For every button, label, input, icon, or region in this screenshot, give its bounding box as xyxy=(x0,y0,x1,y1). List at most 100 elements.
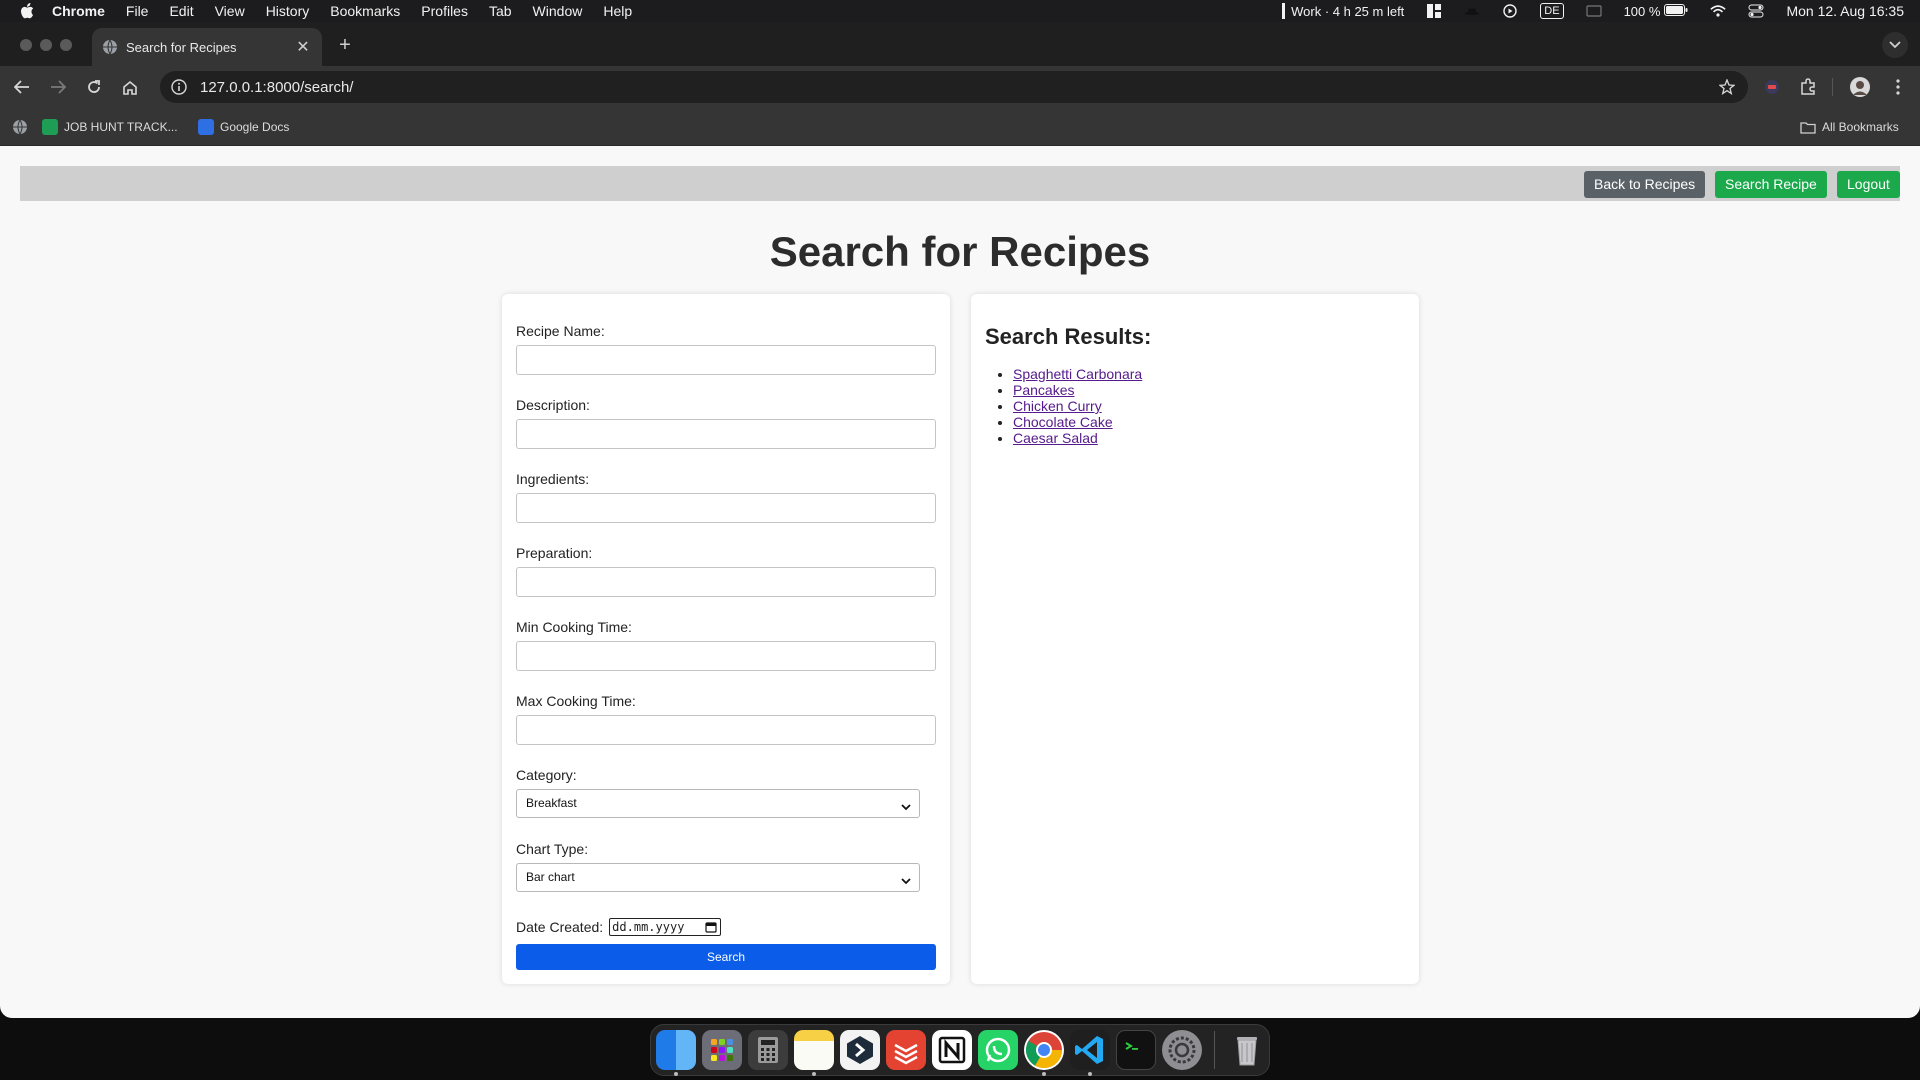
menu-bookmarks[interactable]: Bookmarks xyxy=(330,3,400,19)
page-viewport: Back to Recipes Search Recipe Logout Sea… xyxy=(0,146,1920,1018)
back-icon[interactable] xyxy=(10,75,34,99)
wifi-icon[interactable] xyxy=(1710,4,1727,18)
menu-edit[interactable]: Edit xyxy=(169,3,193,19)
todoist-icon[interactable] xyxy=(886,1030,926,1070)
battery-percent: 100 % xyxy=(1623,3,1661,19)
menu-tab[interactable]: Tab xyxy=(489,3,512,19)
terminal-icon[interactable] xyxy=(1116,1030,1156,1070)
clock[interactable]: Mon 12. Aug 16:35 xyxy=(1786,3,1904,19)
logout-button[interactable]: Logout xyxy=(1837,171,1900,198)
recipe-name-label: Recipe Name: xyxy=(516,323,605,339)
chrome-menu-icon[interactable] xyxy=(1887,76,1909,98)
site-navbar: Back to Recipes Search Recipe Logout xyxy=(20,166,1900,201)
sheets-icon xyxy=(42,119,58,135)
back-to-recipes-button[interactable]: Back to Recipes xyxy=(1584,171,1706,198)
menu-app-name[interactable]: Chrome xyxy=(52,3,105,19)
menu-view[interactable]: View xyxy=(215,3,245,19)
forward-icon[interactable] xyxy=(46,75,70,99)
chrome-icon[interactable] xyxy=(1024,1030,1064,1076)
control-center-icon[interactable] xyxy=(1748,4,1764,18)
dev-app-icon[interactable] xyxy=(840,1030,880,1070)
min-cooking-time-input[interactable] xyxy=(516,641,936,671)
result-link[interactable]: Spaghetti Carbonara xyxy=(1013,366,1142,382)
tab-search-for-recipes[interactable]: Search for Recipes ✕ xyxy=(92,28,322,66)
profile-avatar[interactable] xyxy=(1849,76,1871,98)
reload-icon[interactable] xyxy=(82,75,106,99)
description-input[interactable] xyxy=(516,419,936,449)
bookmark-google-docs[interactable]: Google Docs xyxy=(198,117,289,137)
menu-help[interactable]: Help xyxy=(603,3,632,19)
focus-timer[interactable]: Work · 4 h 25 m left xyxy=(1282,3,1404,19)
hat-icon[interactable] xyxy=(1464,4,1480,18)
new-tab-icon[interactable]: + xyxy=(334,34,356,56)
tab-close-icon[interactable]: ✕ xyxy=(294,38,312,56)
search-form-card: Recipe Name: Description: Ingredients: P… xyxy=(502,294,950,984)
apple-icon[interactable] xyxy=(18,2,36,20)
bookmarks-apps-icon[interactable] xyxy=(12,117,28,137)
search-recipe-button[interactable]: Search Recipe xyxy=(1715,171,1827,198)
menu-file[interactable]: File xyxy=(126,3,149,19)
date-created-label: Date Created: xyxy=(516,919,604,935)
play-icon[interactable] xyxy=(1502,4,1518,18)
notes-icon[interactable] xyxy=(794,1030,834,1076)
date-created-input[interactable]: dd.mm.yyyy xyxy=(609,918,722,936)
keyboard-layout[interactable]: DE xyxy=(1540,3,1564,19)
search-button[interactable]: Search xyxy=(516,944,936,970)
settings-icon[interactable] xyxy=(1162,1030,1202,1070)
menu-history[interactable]: History xyxy=(266,3,310,19)
address-bar[interactable]: 127.0.0.1:8000/search/ xyxy=(160,71,1748,103)
dock-divider xyxy=(1214,1031,1215,1069)
list-item: Pancakes xyxy=(1013,382,1142,398)
all-bookmarks[interactable]: All Bookmarks xyxy=(1800,117,1899,137)
menu-profiles[interactable]: Profiles xyxy=(421,3,468,19)
preparation-input[interactable] xyxy=(516,567,936,597)
ingredients-label: Ingredients: xyxy=(516,471,590,487)
menu-extras: Work · 4 h 25 m left DE 100 % Mon 12. Au… xyxy=(1282,0,1904,22)
macos-dock xyxy=(650,1024,1270,1076)
window-zoom-icon[interactable] xyxy=(60,39,72,51)
result-link[interactable]: Caesar Salad xyxy=(1013,430,1098,446)
category-select[interactable]: Breakfast xyxy=(516,789,920,818)
toolbar-divider xyxy=(1832,78,1833,96)
result-link[interactable]: Pancakes xyxy=(1013,382,1074,398)
battery-status[interactable]: 100 % xyxy=(1623,3,1689,19)
calculator-icon[interactable] xyxy=(748,1030,788,1070)
url-text[interactable]: 127.0.0.1:8000/search/ xyxy=(200,79,353,96)
calendar-icon[interactable] xyxy=(705,921,717,933)
window-layout-icon[interactable] xyxy=(1426,4,1442,18)
bookmark-job-hunt[interactable]: JOB HUNT TRACK... xyxy=(42,117,178,137)
date-placeholder: dd.mm.yyyy xyxy=(612,920,685,934)
recipe-name-input[interactable] xyxy=(516,345,936,375)
max-cooking-time-input[interactable] xyxy=(516,715,936,745)
all-bookmarks-label: All Bookmarks xyxy=(1822,120,1899,134)
trash-icon[interactable] xyxy=(1227,1030,1267,1070)
menu-window[interactable]: Window xyxy=(533,3,583,19)
vscode-icon[interactable] xyxy=(1070,1030,1110,1076)
tab-title: Search for Recipes xyxy=(126,39,237,55)
extension-badge-icon[interactable] xyxy=(1761,76,1783,98)
home-icon[interactable] xyxy=(118,75,142,99)
site-info-icon[interactable] xyxy=(170,78,188,96)
preparation-label: Preparation: xyxy=(516,545,593,561)
list-item: Chicken Curry xyxy=(1013,398,1142,414)
whatsapp-icon[interactable] xyxy=(978,1030,1018,1070)
category-label: Category: xyxy=(516,767,577,783)
ingredients-input[interactable] xyxy=(516,493,936,523)
finder-icon[interactable] xyxy=(656,1030,696,1076)
screen-mirror-icon[interactable] xyxy=(1585,4,1602,18)
launchpad-icon[interactable] xyxy=(702,1030,742,1070)
chevron-down-icon xyxy=(899,871,913,885)
chart-type-label: Chart Type: xyxy=(516,841,589,857)
chevron-down-icon xyxy=(899,797,913,811)
result-link[interactable]: Chocolate Cake xyxy=(1013,414,1113,430)
search-results-title: Search Results: xyxy=(985,324,1152,349)
extensions-puzzle-icon[interactable] xyxy=(1797,76,1819,98)
notion-icon[interactable] xyxy=(932,1030,972,1070)
window-close-icon[interactable] xyxy=(20,39,32,51)
tab-search-icon[interactable] xyxy=(1882,32,1908,58)
bookmark-star-icon[interactable] xyxy=(1718,78,1736,96)
docs-icon xyxy=(198,119,214,135)
window-minimize-icon[interactable] xyxy=(40,39,52,51)
result-link[interactable]: Chicken Curry xyxy=(1013,398,1102,414)
chart-type-select[interactable]: Bar chart xyxy=(516,863,920,892)
